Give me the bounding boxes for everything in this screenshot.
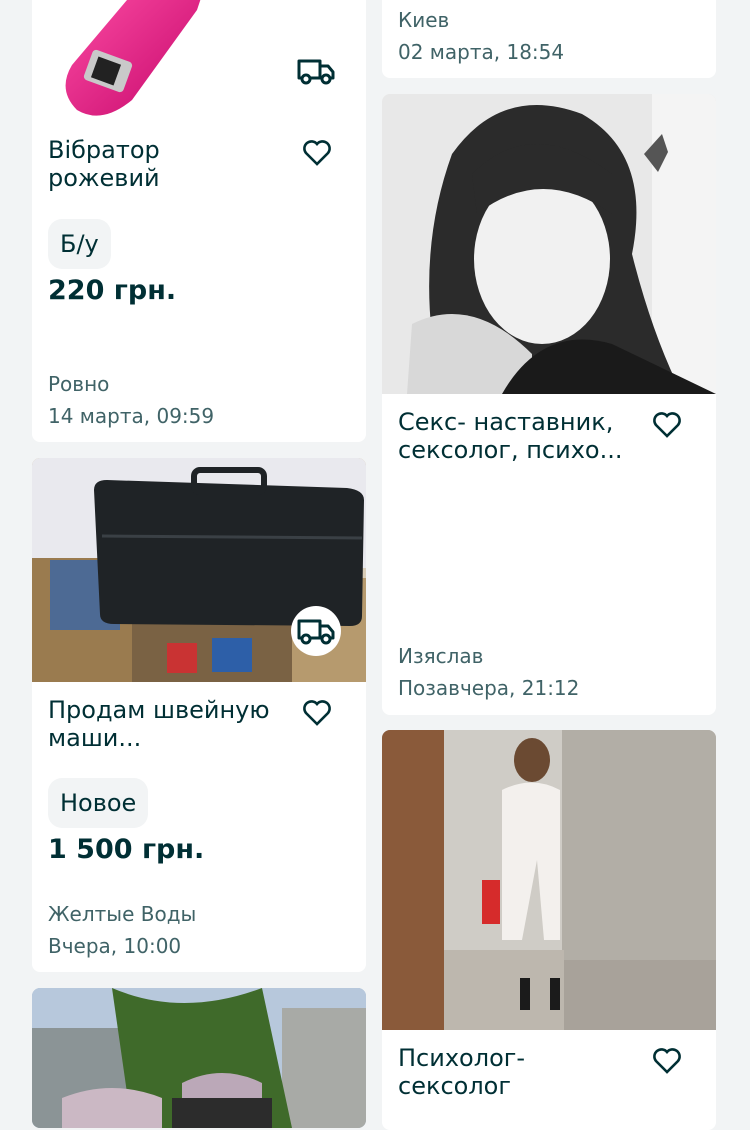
listing-location: Изяслав — [398, 644, 484, 668]
heart-outline-icon — [653, 1048, 681, 1074]
listing-date: 14 марта, 09:59 — [48, 404, 215, 428]
listing-title[interactable]: Вібратор рожевий — [48, 136, 268, 192]
favorite-button[interactable] — [300, 136, 334, 170]
listing-location: Киев — [398, 8, 450, 32]
heart-outline-icon — [653, 412, 681, 438]
delivery-badge — [291, 46, 341, 96]
heart-outline-icon — [303, 700, 331, 726]
listing-card[interactable]: Психолог- сексолог — [382, 730, 716, 1130]
favorite-button[interactable] — [650, 1044, 684, 1078]
listing-card[interactable]: Вібратор рожевий Б/у 220 грн. Ровно 14 м… — [32, 0, 366, 442]
listing-price: 1 500 грн. — [48, 834, 205, 865]
listing-title[interactable]: Психолог- сексолог — [398, 1044, 618, 1100]
heart-outline-icon — [303, 140, 331, 166]
product-photo — [382, 94, 716, 394]
listing-date: Позавчера, 21:12 — [398, 676, 580, 700]
listing-image[interactable] — [382, 94, 716, 394]
listing-card[interactable]: Киев 02 марта, 18:54 — [382, 0, 716, 78]
listing-location: Желтые Воды — [48, 902, 197, 926]
listing-image[interactable] — [382, 730, 716, 1030]
truck-icon — [297, 59, 335, 85]
listing-location: Ровно — [48, 372, 110, 396]
product-photo — [382, 730, 716, 1030]
listing-card[interactable] — [32, 988, 366, 1128]
truck-icon — [297, 619, 335, 645]
listing-title[interactable]: Продам швейную маши... — [48, 696, 284, 752]
listing-date: Вчера, 10:00 — [48, 934, 182, 958]
listing-card[interactable]: Продам швейную маши... Новое 1 500 грн. … — [32, 458, 366, 972]
listing-date: 02 марта, 18:54 — [398, 40, 565, 64]
listing-price: 220 грн. — [48, 275, 177, 306]
listing-image[interactable] — [32, 988, 366, 1128]
condition-badge: Б/у — [48, 219, 111, 269]
favorite-button[interactable] — [300, 696, 334, 730]
listing-title[interactable]: Секс- наставник, сексолог, психо... — [398, 408, 634, 464]
condition-badge: Новое — [48, 778, 149, 828]
product-photo — [32, 988, 366, 1128]
listing-card[interactable]: Секс- наставник, сексолог, психо... Изяс… — [382, 94, 716, 715]
delivery-badge — [291, 606, 341, 656]
favorite-button[interactable] — [650, 408, 684, 442]
